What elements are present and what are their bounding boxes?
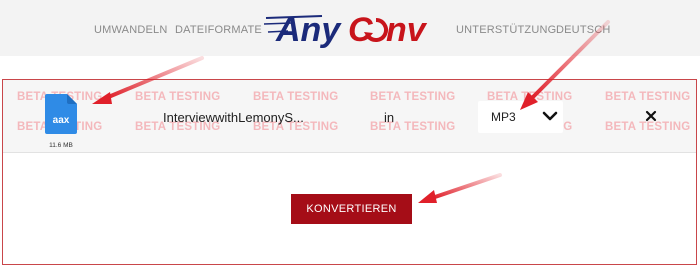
nav-link-dateiformate[interactable]: DATEIFORMATE bbox=[175, 24, 262, 36]
file-size: 11.6 MB bbox=[49, 142, 73, 149]
in-label: in bbox=[384, 110, 395, 125]
file-name: InterviewwithLemonyS... bbox=[163, 110, 304, 125]
watermark: BETA TESTING bbox=[370, 91, 456, 103]
file-row: BETA TESTING BETA TESTING BETA TESTING B… bbox=[3, 80, 696, 153]
conversion-panel: BETA TESTING BETA TESTING BETA TESTING B… bbox=[2, 79, 697, 265]
watermark: BETA TESTING bbox=[605, 91, 691, 103]
convert-button[interactable]: KONVERTIEREN bbox=[291, 194, 412, 224]
watermark: BETA TESTING bbox=[370, 121, 456, 133]
target-format-value: MP3 bbox=[491, 110, 516, 124]
watermark: BETA TESTING bbox=[135, 91, 221, 103]
anyconv-logo[interactable]: Any C nv bbox=[262, 8, 434, 48]
file-icon: aax bbox=[45, 94, 77, 134]
chevron-down-icon bbox=[542, 111, 558, 121]
nav-link-umwandeln[interactable]: UMWANDELN bbox=[94, 24, 168, 36]
logo-text-c: C bbox=[348, 11, 373, 48]
top-navigation: UMWANDELN DATEIFORMATE Any C nv UNTERSTÜ… bbox=[0, 0, 700, 56]
target-format-select[interactable]: MP3 bbox=[478, 101, 563, 133]
logo-text-any: Any bbox=[275, 11, 342, 48]
watermark: BETA TESTING bbox=[253, 91, 339, 103]
logo-text-nv: nv bbox=[386, 11, 428, 48]
close-icon[interactable] bbox=[644, 109, 658, 123]
nav-link-unterstuetzung[interactable]: UNTERSTÜTZUNG bbox=[456, 24, 556, 36]
page: UMWANDELN DATEIFORMATE Any C nv UNTERSTÜ… bbox=[0, 0, 700, 267]
file-extension: aax bbox=[53, 115, 70, 126]
nav-link-deutsch[interactable]: DEUTSCH bbox=[556, 24, 611, 36]
